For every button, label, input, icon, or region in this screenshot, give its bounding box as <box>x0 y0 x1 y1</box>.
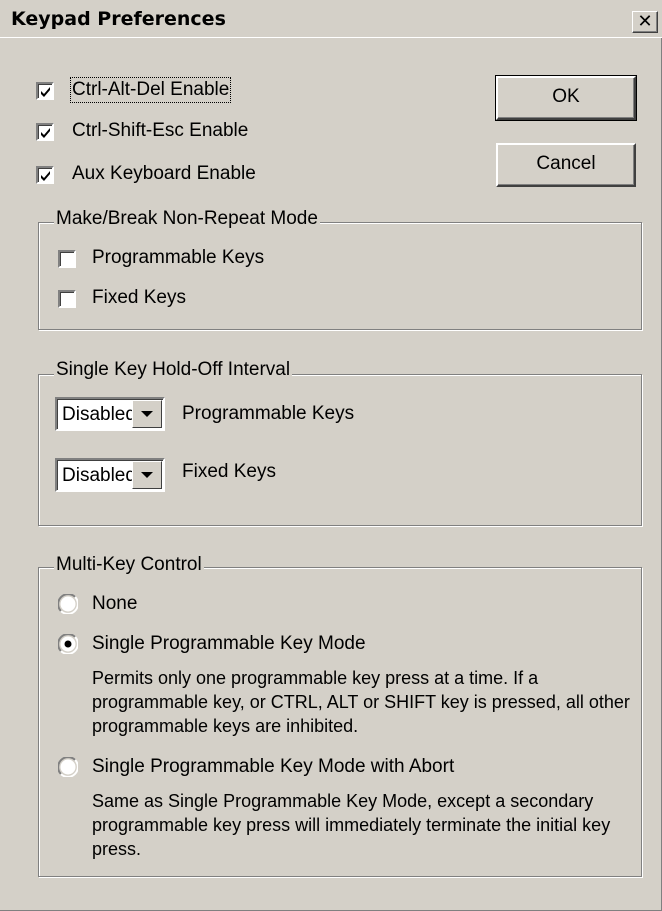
cancel-button[interactable]: Cancel <box>496 143 636 187</box>
multikey-single-abort-radio[interactable] <box>58 757 78 777</box>
make-break-group-title: Make/Break Non-Repeat Mode <box>54 208 320 230</box>
multikey-single-label[interactable]: Single Programmable Key Mode <box>92 633 366 655</box>
make-break-group <box>38 222 642 330</box>
chevron-down-icon[interactable] <box>132 400 162 428</box>
dialog-title: Keypad Preferences <box>11 8 226 30</box>
chevron-down-icon[interactable] <box>132 461 162 489</box>
make-break-programmable-label[interactable]: Programmable Keys <box>92 247 264 269</box>
checkmark-icon <box>41 87 50 97</box>
make-break-fixed-label[interactable]: Fixed Keys <box>92 287 186 309</box>
checkmark-icon <box>41 171 50 181</box>
holdoff-fixed-label: Fixed Keys <box>182 461 276 482</box>
multikey-none-label[interactable]: None <box>92 593 137 615</box>
multikey-single-radio[interactable] <box>58 634 78 654</box>
multikey-single-abort-label[interactable]: Single Programmable Key Mode with Abort <box>92 756 454 778</box>
ctrl-shift-esc-checkbox[interactable] <box>36 123 54 141</box>
keypad-preferences-dialog: Keypad Preferences ✕ Ctrl-Alt-Del Enable… <box>0 0 662 911</box>
multikey-single-abort-description: Same as Single Programmable Key Mode, ex… <box>92 791 611 859</box>
ok-button[interactable]: OK <box>495 75 637 121</box>
close-button[interactable]: ✕ <box>632 11 658 33</box>
make-break-programmable-checkbox[interactable] <box>58 250 76 268</box>
multikey-single-description: Permits only one programmable key press … <box>92 668 630 736</box>
ctrl-alt-del-label[interactable]: Ctrl-Alt-Del Enable <box>69 77 232 103</box>
aux-keyboard-checkbox[interactable] <box>36 166 54 184</box>
multikey-none-radio[interactable] <box>58 594 78 614</box>
holdoff-programmable-select[interactable]: Disabled <box>55 397 165 431</box>
holdoff-programmable-label: Programmable Keys <box>182 403 355 424</box>
title-bar: Keypad Preferences ✕ <box>0 0 662 38</box>
make-break-fixed-checkbox[interactable] <box>58 290 76 308</box>
checkmark-icon <box>41 128 50 138</box>
ctrl-alt-del-checkbox[interactable] <box>36 82 54 100</box>
holdoff-programmable-value: Disabled <box>62 404 136 425</box>
ctrl-shift-esc-label[interactable]: Ctrl-Shift-Esc Enable <box>72 120 248 142</box>
close-icon: ✕ <box>637 11 653 32</box>
holdoff-fixed-value: Disabled <box>62 465 136 486</box>
multikey-group-title: Multi-Key Control <box>54 554 204 576</box>
aux-keyboard-label[interactable]: Aux Keyboard Enable <box>72 163 256 185</box>
holdoff-group-title: Single Key Hold-Off Interval <box>54 359 293 381</box>
holdoff-fixed-select[interactable]: Disabled <box>55 458 165 492</box>
